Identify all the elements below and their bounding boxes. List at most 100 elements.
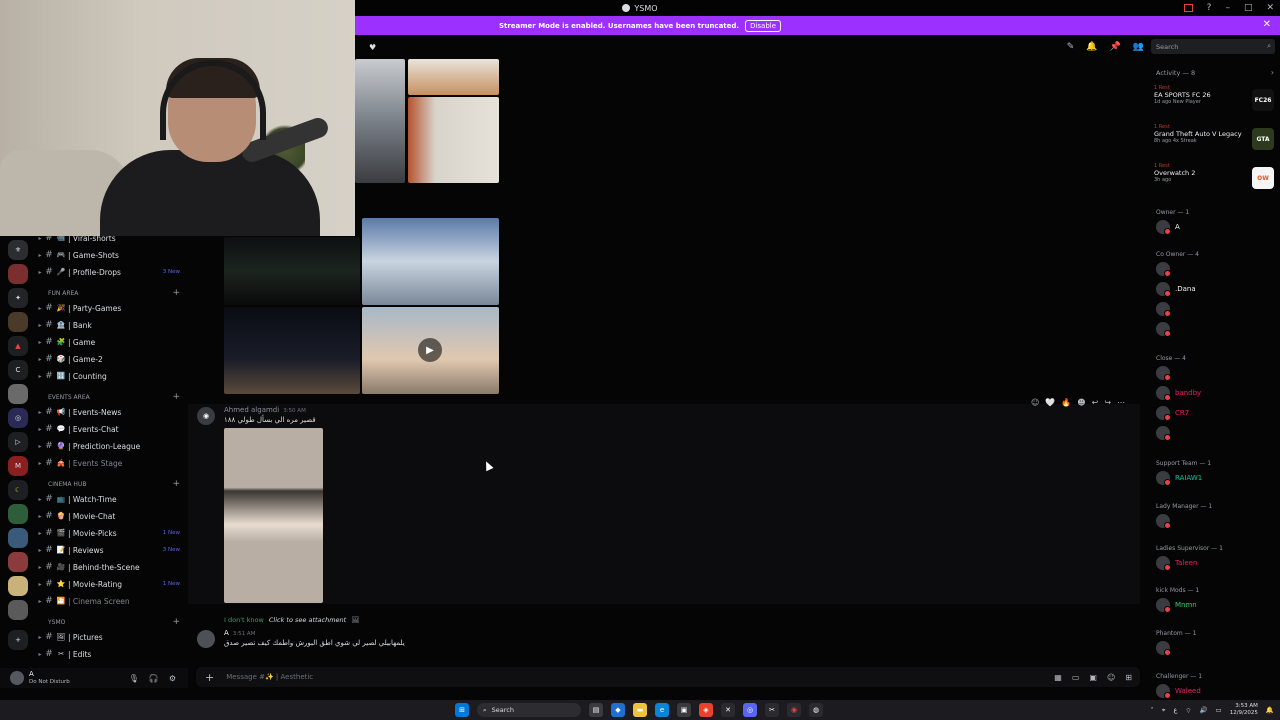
avatar[interactable] <box>1156 220 1171 235</box>
pin-icon[interactable]: 📌 <box>1110 42 1121 52</box>
channel-item[interactable]: ▸ # 🏦 | Bank <box>36 317 188 333</box>
chevron-right-icon[interactable]: ▸ <box>36 564 44 571</box>
channel-item[interactable]: ▸ # ⭐ | Movie-Rating 1 New <box>36 576 188 592</box>
member-item[interactable]: Mnmn <box>1156 597 1197 613</box>
server-icon[interactable]: ▷ <box>8 432 28 452</box>
channel-item[interactable]: ▸ # 🔮 | Prediction-League <box>36 438 188 454</box>
threads-icon[interactable]: ✎ <box>1067 42 1075 52</box>
channel-item[interactable]: ▸ # 🎦 | Cinema Screen <box>36 593 188 609</box>
member-item[interactable]: CR7 <box>1156 405 1189 421</box>
edge-icon[interactable]: e <box>655 703 669 717</box>
gif-icon[interactable]: ▭ <box>1072 673 1080 682</box>
chevron-right-icon[interactable]: ▸ <box>36 651 44 658</box>
discord-icon[interactable]: ◎ <box>743 703 757 717</box>
channel-category[interactable]: FUN AREA + <box>36 287 188 299</box>
channel-category[interactable]: EVENTS AREA + <box>36 391 188 403</box>
microphone-icon[interactable]: 🎙 <box>129 674 139 683</box>
channel-item[interactable]: ▸ # 🧩 | Game <box>36 334 188 350</box>
avatar[interactable] <box>1156 262 1171 277</box>
brave-icon[interactable]: ◈ <box>699 703 713 717</box>
attachment-image[interactable] <box>224 237 360 305</box>
add-server-icon[interactable]: + <box>8 630 28 650</box>
server-icon[interactable] <box>8 528 28 548</box>
windows-start-icon[interactable]: ⊞ <box>455 703 469 717</box>
avatar[interactable] <box>1156 684 1171 699</box>
chevron-right-icon[interactable]: ▸ <box>36 460 44 467</box>
attachment-image[interactable] <box>408 97 499 183</box>
chevron-right-icon[interactable]: ▸ <box>36 547 44 554</box>
server-icon[interactable] <box>8 552 28 572</box>
add-channel-icon[interactable]: + <box>172 392 180 402</box>
chevron-right-icon[interactable]: ▸ <box>36 356 44 363</box>
add-channel-icon[interactable]: + <box>172 479 180 489</box>
banner-close-icon[interactable]: ✕ <box>1263 19 1271 30</box>
attach-plus-icon[interactable]: + <box>205 671 214 684</box>
chevron-right-icon[interactable]: ▸ <box>36 236 44 242</box>
member-item[interactable]: Waleed <box>1156 683 1201 699</box>
server-icon[interactable] <box>8 384 28 404</box>
copilot-icon[interactable]: ◆ <box>611 703 625 717</box>
channel-item[interactable]: ▸ # 🔢 | Counting <box>36 368 188 384</box>
chevron-right-icon[interactable]: › <box>1271 68 1274 77</box>
help-icon[interactable]: ? <box>1207 3 1212 13</box>
chevron-right-icon[interactable]: ▸ <box>36 426 44 433</box>
attachment-image[interactable] <box>224 307 360 394</box>
chevron-right-icon[interactable]: ▸ <box>36 513 44 520</box>
channel-item[interactable]: ▸ # 🎉 | Party-Games <box>36 300 188 316</box>
add-channel-icon[interactable]: + <box>172 288 180 298</box>
attachment-video[interactable]: ▶ <box>362 307 499 394</box>
author-name[interactable]: A <box>224 629 229 637</box>
gear-icon[interactable]: ⚙ <box>169 674 176 683</box>
channel-item[interactable]: ▸ # 🎥 | Behind-the-Scene <box>36 559 188 575</box>
server-icon[interactable] <box>8 264 28 284</box>
server-icon[interactable] <box>8 312 28 332</box>
language-icon[interactable]: ع <box>1173 706 1177 714</box>
server-icon[interactable]: ◎ <box>8 408 28 428</box>
member-item[interactable] <box>1156 425 1175 441</box>
avatar[interactable] <box>10 671 24 685</box>
search-input[interactable]: Search ⌕ <box>1151 39 1275 54</box>
battery-icon[interactable]: ▭ <box>1216 706 1222 714</box>
author-name[interactable]: Ahmed algamdi <box>224 406 279 414</box>
activity-card[interactable]: 1 Rest Grand Theft Auto V Legacy 8h ago 4x… <box>1154 124 1274 158</box>
channel-item[interactable]: ▸ # 📺 | Watch-Time <box>36 491 188 507</box>
capcut-icon[interactable]: ✂ <box>765 703 779 717</box>
server-icon[interactable] <box>8 576 28 596</box>
server-icon[interactable]: M <box>8 456 28 476</box>
avatar[interactable] <box>1156 302 1171 317</box>
sticker-icon[interactable]: ▣ <box>1089 673 1097 682</box>
avatar[interactable] <box>1156 282 1171 297</box>
disable-button[interactable]: Disable <box>745 19 782 32</box>
add-reaction-icon[interactable]: ☺ <box>1031 398 1039 407</box>
play-icon[interactable]: ▶ <box>418 338 442 362</box>
members-icon[interactable]: 👥 <box>1133 42 1144 52</box>
channel-category[interactable]: YSMO + <box>36 616 188 628</box>
channel-item[interactable]: ▸ # 🎪 | Events Stage <box>36 455 188 471</box>
server-icon[interactable]: ▲ <box>8 336 28 356</box>
channel-item[interactable]: ▸ # 🎬 | Movie-Picks 1 New <box>36 525 188 541</box>
attachment-image[interactable] <box>355 59 405 183</box>
task-view-icon[interactable]: ▤ <box>589 703 603 717</box>
channel-item[interactable]: ▸ # 🎲 | Game-2 <box>36 351 188 367</box>
member-item[interactable]: A <box>1156 219 1180 235</box>
chevron-right-icon[interactable]: ▸ <box>36 373 44 380</box>
fire-reaction-icon[interactable]: 🔥 <box>1061 398 1071 407</box>
reply-reference[interactable]: I don't know Click to see attachment 🖼 <box>224 616 360 624</box>
chevron-right-icon[interactable]: ▸ <box>36 634 44 641</box>
chevron-right-icon[interactable]: ▸ <box>36 252 44 259</box>
channel-item[interactable]: ▸ # 📢 | Events-News <box>36 404 188 420</box>
reply-ref-user[interactable]: I don't know <box>224 616 264 624</box>
member-item[interactable] <box>1156 321 1175 337</box>
server-icon[interactable]: ✦ <box>8 288 28 308</box>
attachment-image[interactable] <box>362 218 499 305</box>
chevron-right-icon[interactable]: ▸ <box>36 305 44 312</box>
channel-item[interactable]: ▸ # ✂ | Edits <box>36 646 188 662</box>
channel-item[interactable]: ▸ # 🎮 | Game-Shots <box>36 247 188 263</box>
attachment-image[interactable] <box>224 428 323 603</box>
avatar[interactable] <box>1156 426 1171 441</box>
avatar[interactable] <box>1156 641 1171 656</box>
channel-item[interactable]: ▸ # 🖼 | Pictures <box>36 629 188 645</box>
chevron-right-icon[interactable]: ▸ <box>36 339 44 346</box>
more-icon[interactable]: ⋯ <box>1117 398 1125 407</box>
wifi-icon[interactable]: ⌔ <box>1185 706 1191 715</box>
